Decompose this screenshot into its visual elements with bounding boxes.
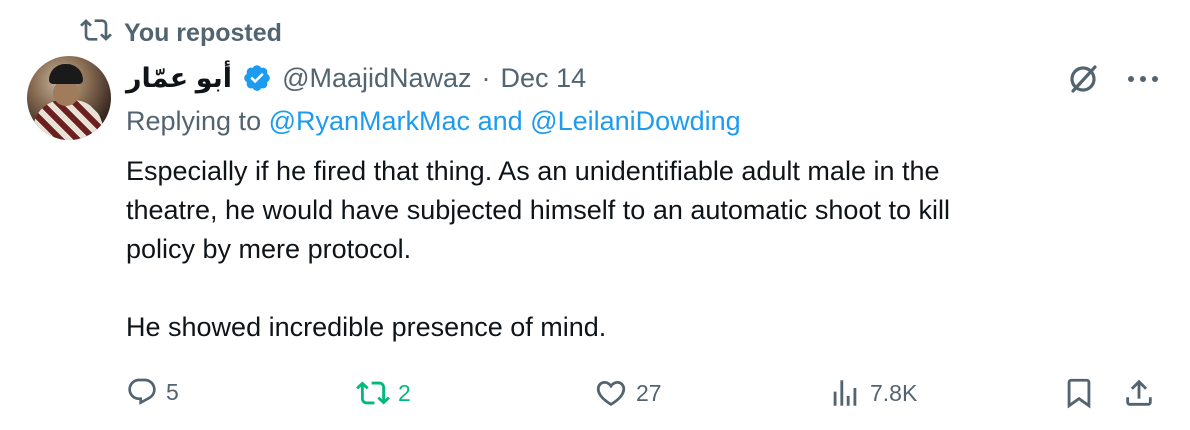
reply-icon (126, 376, 158, 408)
tweet-text-line: He showed incredible presence of mind. (126, 312, 607, 342)
share-button[interactable] (1122, 376, 1156, 410)
share-icon (1122, 376, 1156, 410)
verified-badge-icon[interactable] (242, 63, 272, 93)
top-actions (1064, 60, 1160, 98)
tweet-date[interactable]: Dec 14 (501, 63, 587, 94)
repost-indicator[interactable]: You reposted (80, 16, 282, 50)
avatar[interactable] (27, 56, 111, 140)
tweet-text-line: policy by mere protocol. (126, 234, 412, 264)
more-icon[interactable] (1126, 73, 1160, 85)
views-button[interactable]: 7.8K (828, 376, 917, 410)
tweet-body: Especially if he fired that thing. As an… (126, 152, 1126, 347)
tweet-header: أبو عمّار @MaajidNawaz · Dec 14 (126, 56, 586, 100)
mention-link[interactable]: @LeilaniDowding (530, 106, 741, 136)
analytics-icon (828, 376, 862, 410)
mention-joiner: and (477, 106, 523, 136)
replying-to: Replying to @RyanMarkMac and @LeilaniDow… (126, 106, 741, 137)
repost-label: You reposted (124, 18, 282, 47)
repost-icon (80, 14, 112, 53)
replying-prefix: Replying to (126, 106, 262, 136)
tweet-text-line: Especially if he fired that thing. As an… (126, 156, 940, 186)
author-name[interactable]: أبو عمّار (126, 63, 232, 94)
reply-button[interactable]: 5 (126, 376, 179, 408)
grok-icon[interactable] (1064, 60, 1102, 98)
repost-icon (356, 376, 390, 410)
tweet-actions: 5 2 27 7.8K (126, 376, 1166, 416)
bookmark-button[interactable] (1062, 376, 1096, 410)
author-handle[interactable]: @MaajidNawaz (282, 63, 471, 94)
tweet-text-spacer (126, 269, 1126, 308)
repost-count: 2 (398, 379, 411, 406)
like-count: 27 (636, 379, 662, 406)
tweet-text-line: theatre, he would have subjected himself… (126, 195, 950, 225)
header-separator: · (481, 62, 491, 93)
repost-button[interactable]: 2 (356, 376, 411, 410)
reply-count: 5 (166, 378, 179, 405)
heart-icon (594, 376, 628, 410)
mention-link[interactable]: @RyanMarkMac (269, 106, 470, 136)
like-button[interactable]: 27 (594, 376, 662, 410)
bookmark-icon (1062, 376, 1096, 410)
views-count: 7.8K (870, 379, 918, 406)
